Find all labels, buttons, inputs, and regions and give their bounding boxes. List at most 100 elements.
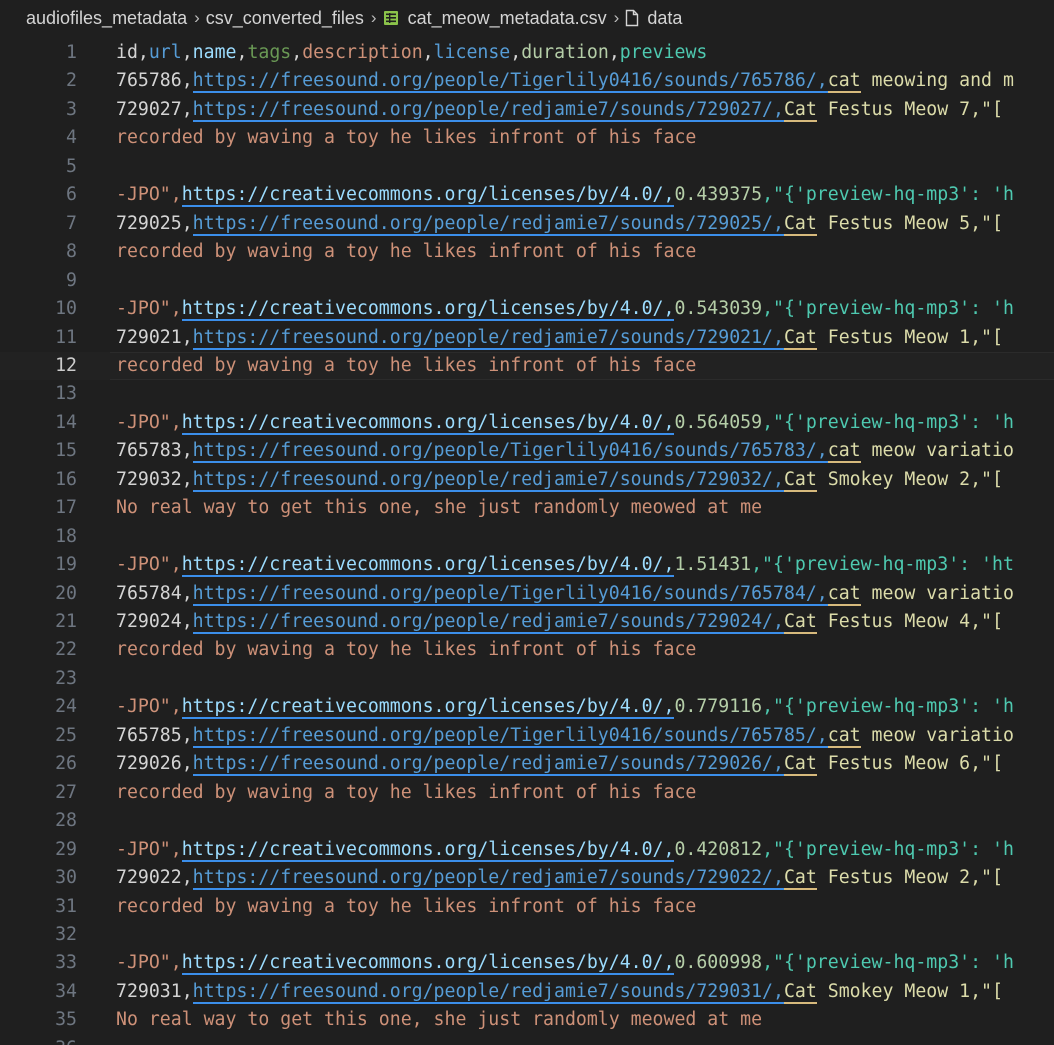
code-line[interactable]: 34 729031,https://freesound.org/people/re… xyxy=(0,978,1054,1006)
code-line[interactable]: 25 765785,https://freesound.org/people/Ti… xyxy=(0,722,1054,750)
code-token: , xyxy=(181,98,193,120)
code-line[interactable]: 24 -JPO",https://creativecommons.org/lice… xyxy=(0,693,1054,721)
code-token: cat xyxy=(827,582,861,606)
url-link[interactable]: https://freesound.org/people/Tigerlily04… xyxy=(192,440,828,464)
url-link[interactable]: https://creativecommons.org/licenses/by/… xyxy=(181,554,675,578)
code-line[interactable]: 21 729024,https://freesound.org/people/re… xyxy=(0,608,1054,636)
line-content: recorded by waving a toy he likes infron… xyxy=(116,893,696,921)
url-link[interactable]: https://freesound.org/people/redjamie7/s… xyxy=(192,212,784,236)
line-number: 19 xyxy=(55,554,77,576)
url-link[interactable]: https://freesound.org/people/redjamie7/s… xyxy=(192,980,784,1004)
code-token: 0.600998 xyxy=(674,952,763,974)
code-token: 729024 xyxy=(116,611,182,632)
line-number: 5 xyxy=(66,155,77,177)
code-token: ,"{'preview-hq-mp3': 'h xyxy=(762,952,1014,974)
line-number: 11 xyxy=(55,326,77,348)
url-link[interactable]: https://freesound.org/people/Tigerlily04… xyxy=(192,70,828,94)
breadcrumb-folder[interactable]: audiofiles_metadata xyxy=(26,8,187,29)
url-link[interactable]: https://freesound.org/people/redjamie7/s… xyxy=(192,867,784,891)
url-link[interactable]: https://freesound.org/people/Tigerlily04… xyxy=(192,724,828,748)
code-token: meow variatio xyxy=(860,582,1014,604)
code-line[interactable]: 31 recorded by waving a toy he likes infr… xyxy=(0,893,1054,921)
code-token: , xyxy=(181,326,193,348)
url-link[interactable]: https://freesound.org/people/redjamie7/s… xyxy=(192,326,784,350)
code-line[interactable]: 13 xyxy=(0,380,1054,408)
code-token: 729027 xyxy=(116,98,182,120)
line-number: 24 xyxy=(55,696,77,718)
code-token: recorded by waving a toy he likes infron… xyxy=(116,241,697,263)
url-link[interactable]: https://creativecommons.org/licenses/by/… xyxy=(181,838,675,862)
line-content: 729022,https://freesound.org/people/redj… xyxy=(116,864,1003,892)
line-content: 765783,https://freesound.org/people/Tige… xyxy=(116,437,1014,465)
code-line[interactable]: 28 xyxy=(0,807,1054,835)
breadcrumb-subfolder[interactable]: csv_converted_files xyxy=(206,8,364,29)
code-token: Cat xyxy=(783,867,817,891)
line-number: 2 xyxy=(66,70,77,92)
code-line[interactable]: 19 -JPO",https://creativecommons.org/lice… xyxy=(0,551,1054,579)
code-token: Cat xyxy=(783,980,817,1004)
url-link[interactable]: https://creativecommons.org/licenses/by/… xyxy=(181,184,675,208)
code-line[interactable]: 3 729027,https://freesound.org/people/red… xyxy=(0,96,1054,124)
url-link[interactable]: https://freesound.org/people/redjamie7/s… xyxy=(192,611,784,634)
code-token: , xyxy=(422,42,434,63)
code-line[interactable]: 11 729021,https://freesound.org/people/re… xyxy=(0,324,1054,352)
code-line[interactable]: 18 xyxy=(0,523,1054,551)
code-line[interactable]: 8 recorded by waving a toy he likes infro… xyxy=(0,238,1054,266)
code-line[interactable]: 4 recorded by waving a toy he likes infro… xyxy=(0,124,1054,152)
code-line[interactable]: 15 765783,https://freesound.org/people/Ti… xyxy=(0,437,1054,465)
code-token: -JPO", xyxy=(116,298,182,320)
code-token: , xyxy=(510,42,522,63)
code-line[interactable]: 27 recorded by waving a toy he likes infr… xyxy=(0,779,1054,807)
line-content: 729021,https://freesound.org/people/redj… xyxy=(116,324,1003,352)
code-line[interactable]: 9 xyxy=(0,267,1054,295)
code-token: , xyxy=(137,42,149,63)
line-number: 16 xyxy=(55,468,77,490)
code-token: 0.779116 xyxy=(674,696,763,718)
code-line[interactable]: 5 xyxy=(0,153,1054,181)
code-token: Festus Meow 4,"[ xyxy=(816,611,1003,632)
code-token: No real way to get this one, she just ra… xyxy=(116,1009,763,1031)
code-line[interactable]: 10 -JPO",https://creativecommons.org/lice… xyxy=(0,295,1054,323)
code-token: Cat xyxy=(783,468,817,492)
code-line[interactable]: 7 729025,https://freesound.org/people/red… xyxy=(0,210,1054,238)
url-link[interactable]: https://creativecommons.org/licenses/by/… xyxy=(181,696,675,720)
code-line[interactable]: 30 729022,https://freesound.org/people/re… xyxy=(0,864,1054,892)
code-token: ,"{'preview-hq-mp3': 'h xyxy=(762,411,1014,433)
url-link[interactable]: https://freesound.org/people/redjamie7/s… xyxy=(192,98,784,122)
code-token: , xyxy=(181,70,193,92)
chevron-right-icon: › xyxy=(194,8,200,27)
code-line[interactable]: 29 -JPO",https://creativecommons.org/lice… xyxy=(0,836,1054,864)
url-link[interactable]: https://creativecommons.org/licenses/by/… xyxy=(181,411,675,435)
code-line[interactable]: 14 -JPO",https://creativecommons.org/lice… xyxy=(0,409,1054,437)
breadcrumb-symbol[interactable]: data xyxy=(625,8,682,29)
file-icon xyxy=(626,9,639,26)
code-editor[interactable]: 1 id,url,name,tags,description,license,du… xyxy=(0,36,1054,1045)
code-line[interactable]: 20 765784,https://freesound.org/people/Ti… xyxy=(0,580,1054,608)
code-line[interactable]: 22 recorded by waving a toy he likes infr… xyxy=(0,636,1054,664)
code-line[interactable]: 2 765786,https://freesound.org/people/Tig… xyxy=(0,67,1054,95)
code-line[interactable]: 26 729026,https://freesound.org/people/re… xyxy=(0,750,1054,778)
code-line[interactable]: 23 xyxy=(0,665,1054,693)
line-number: 3 xyxy=(66,98,77,120)
url-link[interactable]: https://creativecommons.org/licenses/by/… xyxy=(181,952,675,976)
line-number: 34 xyxy=(55,980,77,1002)
code-token: 0.564059 xyxy=(674,411,763,433)
code-token: , xyxy=(181,753,193,775)
line-content: recorded by waving a toy he likes infron… xyxy=(116,636,696,664)
code-line[interactable]: 32 xyxy=(0,921,1054,949)
code-token: recorded by waving a toy he likes infron… xyxy=(116,781,697,803)
code-line[interactable]: 36 xyxy=(0,1035,1054,1045)
code-line[interactable]: 12 recorded by waving a toy he likes infr… xyxy=(0,351,1054,380)
code-line[interactable]: 33 -JPO",https://creativecommons.org/lice… xyxy=(0,949,1054,977)
url-link[interactable]: https://freesound.org/people/redjamie7/s… xyxy=(192,468,784,492)
code-line[interactable]: 17 No real way to get this one, she just … xyxy=(0,494,1054,522)
code-line[interactable]: 16 729032,https://freesound.org/people/re… xyxy=(0,466,1054,494)
code-token: ,"{'preview-hq-mp3': 'h xyxy=(762,184,1014,206)
url-link[interactable]: https://freesound.org/people/redjamie7/s… xyxy=(192,753,784,777)
url-link[interactable]: https://creativecommons.org/licenses/by/… xyxy=(181,298,675,322)
code-line[interactable]: 35 No real way to get this one, she just … xyxy=(0,1006,1054,1034)
code-line[interactable]: 1 id,url,name,tags,description,license,du… xyxy=(0,39,1054,67)
breadcrumb-file[interactable]: cat_meow_metadata.csv xyxy=(383,8,607,29)
url-link[interactable]: https://freesound.org/people/Tigerlily04… xyxy=(192,582,828,606)
code-line[interactable]: 6 -JPO",https://creativecommons.org/licen… xyxy=(0,181,1054,209)
